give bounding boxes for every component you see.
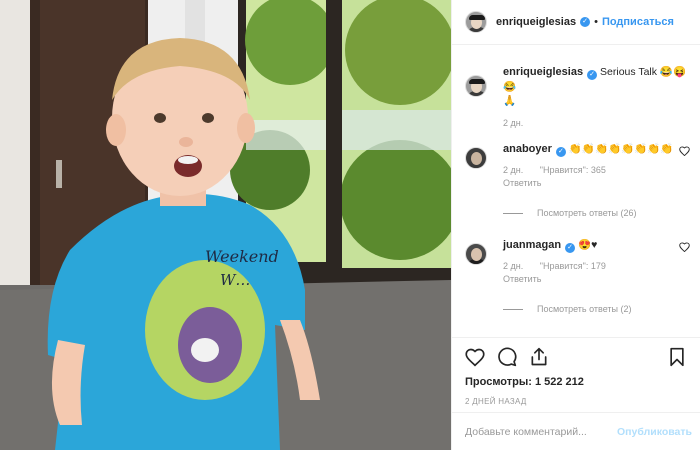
comment-avatar[interactable] bbox=[465, 147, 487, 169]
comment-text: 😍♥ bbox=[578, 239, 598, 251]
add-comment-bar: Добавьте комментарий... Опубликовать bbox=[452, 412, 700, 450]
caption-username[interactable]: enriqueiglesias bbox=[503, 66, 583, 78]
comment-item: randy_malcom✓ bbox=[465, 334, 687, 336]
comment-icon[interactable] bbox=[497, 347, 517, 367]
svg-text:Weekend: Weekend bbox=[205, 247, 279, 266]
caption-extra: 🙏 bbox=[503, 95, 517, 107]
comment-text: 👏👏👏👏👏👏👏👏 bbox=[568, 143, 674, 155]
share-icon[interactable] bbox=[529, 347, 549, 367]
post-side-panel: enriqueiglesias ✓ • Подписаться enriquei… bbox=[451, 0, 700, 450]
publish-button[interactable]: Опубликовать bbox=[617, 426, 692, 438]
comment-likes[interactable]: "Нравится": 365 bbox=[540, 165, 606, 175]
author-username[interactable]: enriqueiglesias bbox=[496, 16, 576, 28]
author-avatar[interactable] bbox=[465, 11, 487, 33]
separator-dot: • bbox=[594, 16, 598, 28]
post-time-ago[interactable]: 2 ДНЕЙ НАЗАД bbox=[465, 397, 687, 406]
comment-input[interactable]: Добавьте комментарий... bbox=[465, 426, 617, 438]
comment-age: 2 дн. bbox=[503, 165, 524, 175]
reply-button[interactable]: Ответить bbox=[503, 178, 687, 188]
view-replies-button[interactable]: Посмотреть ответы (2) bbox=[503, 304, 687, 314]
caption-avatar[interactable] bbox=[465, 75, 487, 97]
post-video[interactable]: Weekend W… bbox=[0, 0, 451, 450]
verified-icon: ✓ bbox=[565, 243, 576, 253]
video-frame: Weekend W… bbox=[0, 0, 451, 450]
like-comment-heart-icon[interactable] bbox=[679, 242, 690, 252]
views-count: Просмотры: 1 522 212 bbox=[465, 376, 584, 388]
reply-button[interactable]: Ответить bbox=[503, 274, 687, 284]
comment-item: anaboyer ✓ 👏👏👏👏👏👏👏👏 2 дн. "Нравится": 365… bbox=[465, 142, 690, 218]
verified-icon: ✓ bbox=[587, 70, 598, 80]
comment-username[interactable]: anaboyer bbox=[503, 143, 552, 155]
comment-item: juanmagan ✓ 😍♥ 2 дн. "Нравится": 179 Отве… bbox=[465, 238, 690, 314]
svg-text:W…: W… bbox=[220, 271, 250, 289]
caption: enriqueiglesias ✓ Serious Talk 😂😝😂 🙏 2 дн… bbox=[465, 65, 687, 128]
verified-icon: ✓ bbox=[555, 147, 566, 157]
heart-icon[interactable] bbox=[465, 347, 485, 367]
like-comment-heart-icon[interactable] bbox=[679, 146, 690, 156]
verified-icon: ✓ bbox=[580, 17, 591, 27]
comment-username[interactable]: randy_malcom bbox=[503, 335, 581, 336]
post-header: enriqueiglesias ✓ • Подписаться bbox=[452, 0, 700, 45]
comment-age: 2 дн. bbox=[503, 261, 524, 271]
comment-avatar[interactable] bbox=[465, 243, 487, 265]
caption-age: 2 дн. bbox=[503, 118, 524, 128]
bookmark-icon[interactable] bbox=[667, 347, 687, 367]
view-replies-button[interactable]: Посмотреть ответы (26) bbox=[503, 208, 687, 218]
comments-list[interactable]: enriqueiglesias ✓ Serious Talk 😂😝😂 🙏 2 дн… bbox=[452, 46, 700, 336]
follow-button[interactable]: Подписаться bbox=[602, 16, 674, 28]
comment-likes[interactable]: "Нравится": 179 bbox=[540, 261, 606, 271]
comment-username[interactable]: juanmagan bbox=[503, 239, 561, 251]
